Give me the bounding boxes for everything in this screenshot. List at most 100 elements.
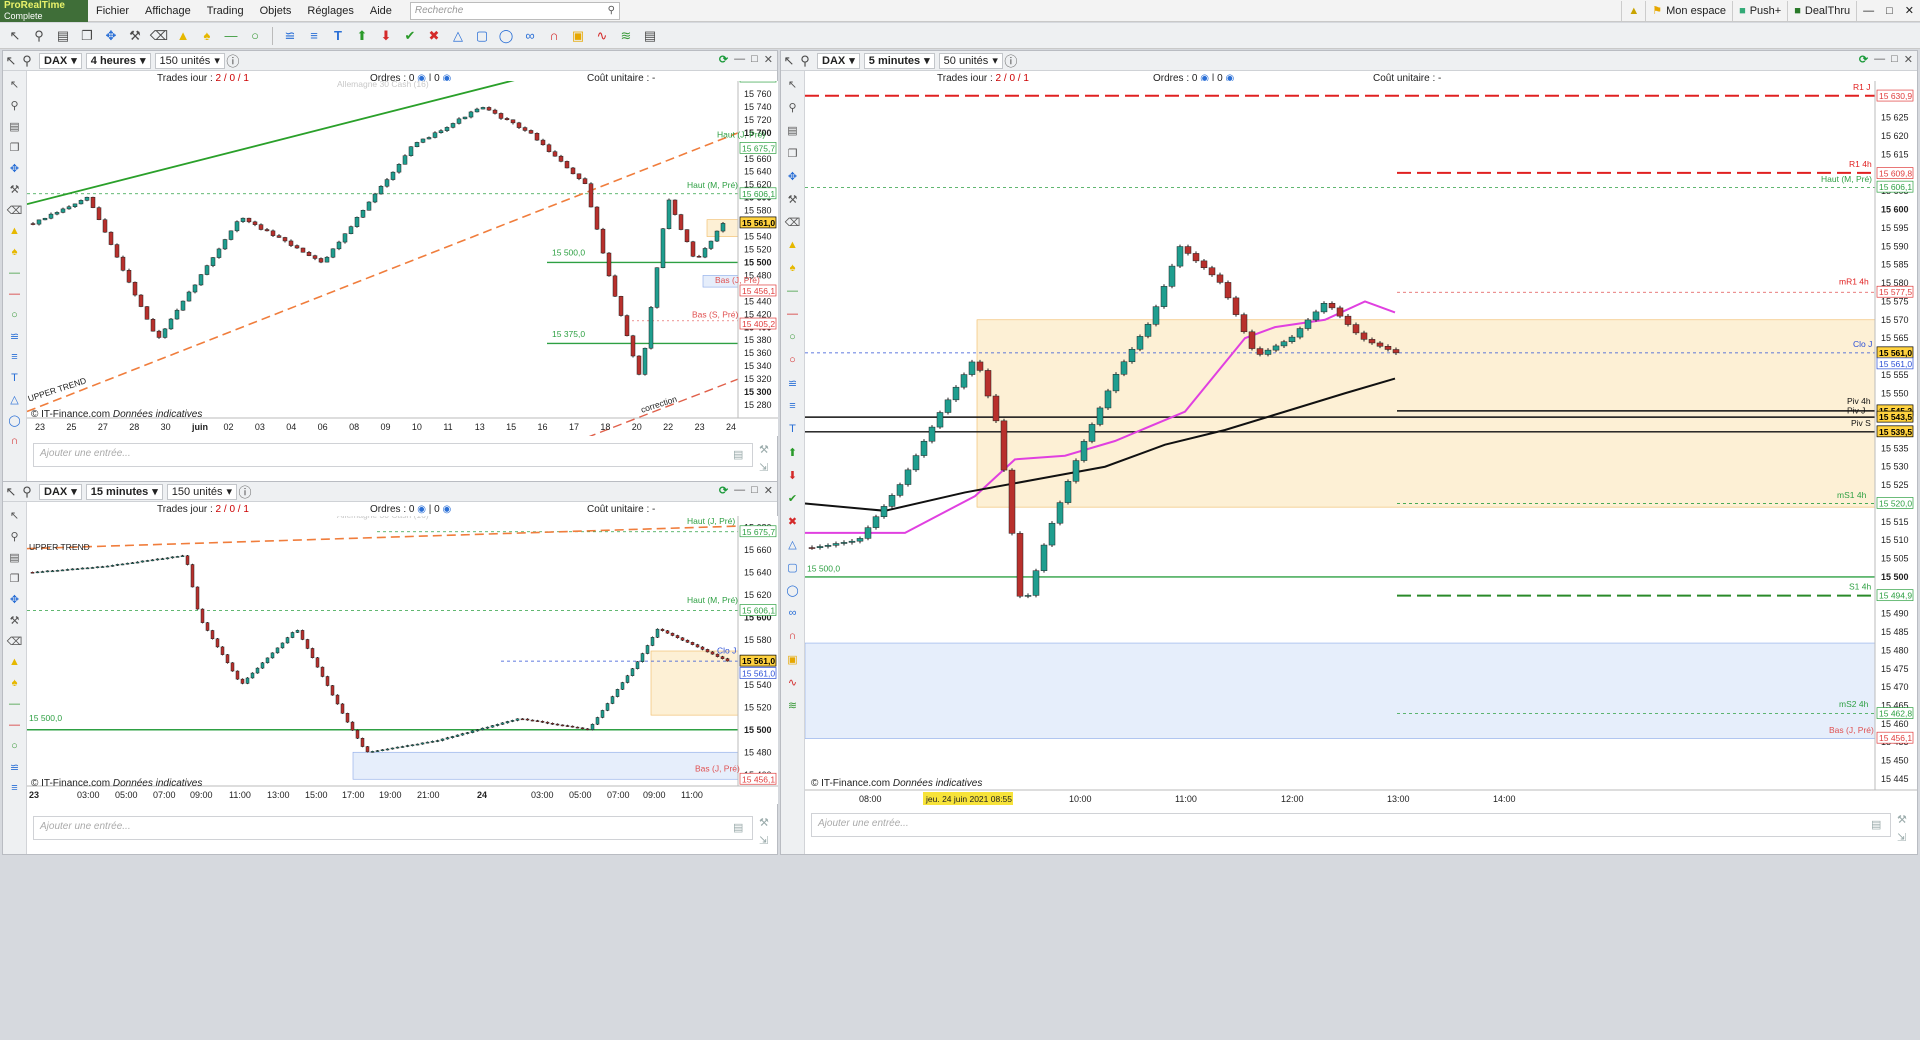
orders-icon[interactable]: ◉: [442, 504, 451, 515]
copy-icon[interactable]: ❐: [6, 138, 24, 156]
zoom-fit-icon[interactable]: ⇲: [759, 834, 777, 850]
ruler-icon[interactable]: ▤: [52, 25, 74, 47]
ellipse-icon[interactable]: ◯: [495, 25, 517, 47]
zoom-fit-icon[interactable]: ⇲: [1897, 831, 1915, 847]
menu-file[interactable]: Fichier: [88, 5, 137, 17]
note-input[interactable]: Ajouter une entrée...: [811, 813, 1891, 837]
note-save-icon[interactable]: ▤: [733, 448, 751, 464]
timeframe-select[interactable]: 4 heures ▾: [85, 52, 151, 69]
timeframe-select[interactable]: 5 minutes ▾: [863, 52, 935, 69]
move-icon[interactable]: ✥: [6, 590, 24, 608]
arrow-up-icon[interactable]: ⬆: [351, 25, 373, 47]
search-icon[interactable]: ⚲: [19, 481, 35, 503]
minimize-icon[interactable]: —: [1863, 5, 1874, 17]
copy-icon[interactable]: ❐: [784, 144, 802, 162]
text-icon[interactable]: T: [6, 369, 24, 387]
cursor-icon[interactable]: ↖: [3, 481, 19, 503]
zoom-icon[interactable]: ⚲: [28, 25, 50, 47]
bell-icon[interactable]: ♠: [6, 674, 24, 692]
units-select[interactable]: 50 unités ▾: [938, 52, 1003, 69]
alert-icon[interactable]: ▲: [6, 222, 24, 240]
zoom-icon[interactable]: ⚲: [784, 98, 802, 116]
copy-icon[interactable]: ❐: [76, 25, 98, 47]
chart-icon-button[interactable]: ▲: [1621, 0, 1645, 21]
triangle-icon[interactable]: △: [784, 535, 802, 553]
orders-icon[interactable]: ◉: [417, 504, 426, 515]
arrow-down-icon[interactable]: ⬇: [375, 25, 397, 47]
wrench-icon[interactable]: ⚒: [759, 816, 777, 832]
wrench-icon[interactable]: ⚒: [1897, 813, 1915, 829]
rectangle-icon[interactable]: ▢: [471, 25, 493, 47]
refresh-icon[interactable]: ⟳: [1859, 53, 1868, 66]
units-select[interactable]: 150 unités ▾: [154, 52, 225, 69]
alert-icon[interactable]: ▲: [784, 236, 802, 254]
price-chart-4h[interactable]: 15 76015 74015 72015 70015 68015 66015 6…: [27, 81, 778, 436]
line-icon[interactable]: ―: [220, 25, 242, 47]
cycle-icon[interactable]: ∞: [784, 604, 802, 622]
units-select[interactable]: 150 unités ▾: [166, 483, 238, 500]
workspace-button[interactable]: ⚑ Mon espace: [1645, 0, 1732, 21]
line-red-icon[interactable]: ―: [6, 285, 24, 303]
line-icon[interactable]: ―: [6, 264, 24, 282]
line-icon[interactable]: ―: [6, 695, 24, 713]
cursor-icon[interactable]: ↖: [781, 50, 797, 72]
maximize-icon[interactable]: □: [751, 53, 758, 66]
triangle-icon[interactable]: △: [6, 390, 24, 408]
push-button[interactable]: ■ Push+: [1732, 0, 1787, 21]
check-icon[interactable]: ✔: [399, 25, 421, 47]
channel-icon[interactable]: ≌: [6, 758, 24, 776]
price-chart-15m[interactable]: 15 68015 66015 64015 62015 60015 58015 5…: [27, 516, 778, 804]
info-icon[interactable]: ⓘ: [237, 481, 253, 503]
close-icon[interactable]: ✕: [1904, 53, 1913, 66]
line-alert-icon[interactable]: ○: [6, 737, 24, 755]
rectangle-icon[interactable]: ▢: [784, 558, 802, 576]
instrument-select[interactable]: DAX ▾: [39, 52, 82, 69]
arrow-up-icon[interactable]: ⬆: [784, 443, 802, 461]
pattern-icon[interactable]: ≋: [615, 25, 637, 47]
wave-icon[interactable]: ∿: [591, 25, 613, 47]
channel-icon[interactable]: ≌: [6, 327, 24, 345]
ruler-icon[interactable]: ▤: [784, 121, 802, 139]
maximize-icon[interactable]: □: [1886, 5, 1893, 17]
cursor-icon[interactable]: ↖: [4, 25, 26, 47]
check-icon[interactable]: ✔: [784, 489, 802, 507]
instrument-select[interactable]: DAX ▾: [817, 52, 860, 69]
line-icon[interactable]: ―: [784, 282, 802, 300]
cursor-icon[interactable]: ↖: [784, 75, 802, 93]
wave-icon[interactable]: ∿: [784, 673, 802, 691]
note-input[interactable]: Ajouter une entrée...: [33, 816, 753, 840]
tools-icon[interactable]: ⚒: [6, 611, 24, 629]
minimize-icon[interactable]: —: [1874, 53, 1885, 66]
refresh-icon[interactable]: ⟳: [719, 484, 728, 497]
zoom-fit-icon[interactable]: ⇲: [759, 461, 777, 477]
tools-icon[interactable]: ⚒: [784, 190, 802, 208]
text-icon[interactable]: T: [784, 420, 802, 438]
line-alert-red-icon[interactable]: ○: [784, 351, 802, 369]
maximize-icon[interactable]: □: [1891, 53, 1898, 66]
channel-icon[interactable]: ≌: [784, 374, 802, 392]
cursor-icon[interactable]: ↖: [6, 75, 24, 93]
info-icon[interactable]: ⓘ: [1003, 50, 1019, 72]
channel-icon[interactable]: ≌: [279, 25, 301, 47]
minimize-icon[interactable]: —: [734, 53, 745, 66]
fibonacci-icon[interactable]: ≡: [6, 779, 24, 797]
cross-icon[interactable]: ✖: [423, 25, 445, 47]
menu-trading[interactable]: Trading: [199, 5, 252, 17]
search-icon[interactable]: ⚲: [797, 50, 813, 72]
menu-help[interactable]: Aide: [362, 5, 400, 17]
magnet-icon[interactable]: ∩: [543, 25, 565, 47]
magnet-icon[interactable]: ∩: [6, 432, 24, 450]
ellipse-icon[interactable]: ◯: [6, 411, 24, 429]
line-alert-icon[interactable]: ○: [244, 25, 266, 47]
bell-icon[interactable]: ♠: [784, 259, 802, 277]
ruler-icon[interactable]: ▤: [6, 117, 24, 135]
bell-icon[interactable]: ♠: [6, 243, 24, 261]
zoom-icon[interactable]: ⚲: [6, 96, 24, 114]
minimize-icon[interactable]: —: [734, 484, 745, 497]
tools-icon[interactable]: ⚒: [124, 25, 146, 47]
alert-icon[interactable]: ▲: [6, 653, 24, 671]
maximize-icon[interactable]: □: [751, 484, 758, 497]
cursor-icon[interactable]: ↖: [6, 506, 24, 524]
trash-icon[interactable]: ⌫: [6, 201, 24, 219]
line-alert-icon[interactable]: ○: [784, 328, 802, 346]
